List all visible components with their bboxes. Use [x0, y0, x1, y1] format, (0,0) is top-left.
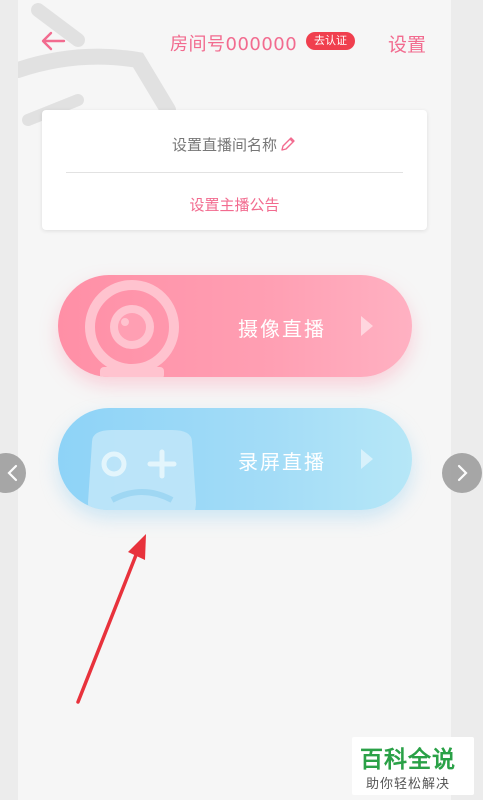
room-number: 房间号000000	[170, 34, 298, 55]
gamepad-icon	[88, 430, 196, 510]
webcam-icon	[85, 280, 179, 377]
screen-live-label: 录屏直播	[238, 450, 326, 474]
set-room-name-label: 设置直播间名称	[171, 136, 277, 154]
play-triangle-icon	[361, 449, 373, 469]
chevron-right-icon	[457, 464, 468, 482]
back-arrow-icon	[41, 31, 66, 51]
pencil-icon	[281, 137, 295, 151]
watermark-subtitle: 助你轻松解决	[366, 777, 451, 792]
set-announcement-button[interactable]: 设置主播公告	[42, 194, 427, 215]
camera-live-button[interactable]: 摄像直播	[58, 275, 412, 377]
back-button[interactable]	[40, 30, 66, 52]
verify-badge[interactable]: 去认证	[306, 32, 355, 50]
settings-button[interactable]: 设置	[388, 30, 426, 57]
screen-live-button[interactable]: 录屏直播	[58, 408, 412, 510]
watermark-title: 百科全说	[360, 747, 456, 773]
next-page-button[interactable]	[442, 453, 482, 493]
card-divider	[66, 172, 403, 173]
watermark-logo: 百科全说 助你轻松解决	[352, 737, 474, 795]
chevron-left-icon	[7, 464, 18, 482]
play-triangle-icon	[361, 316, 373, 336]
camera-live-label: 摄像直播	[238, 317, 326, 341]
room-info-card: 设置直播间名称 设置主播公告	[42, 110, 427, 230]
set-room-name-button[interactable]: 设置直播间名称	[42, 134, 427, 155]
